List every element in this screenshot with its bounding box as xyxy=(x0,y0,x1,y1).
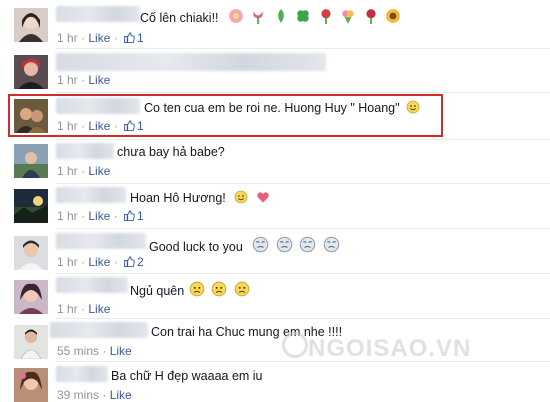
timestamp[interactable]: 1 hr xyxy=(57,209,78,223)
comment-meta: 1 hr · Like · 1 xyxy=(57,119,144,133)
tulip-emoji-icon xyxy=(253,11,264,24)
commenter-name[interactable] xyxy=(56,98,140,114)
comment-divider xyxy=(56,273,550,274)
comment-text: chưa bay hả babe? xyxy=(117,145,225,159)
smile-emoji-icon xyxy=(406,100,420,114)
comment-divider xyxy=(56,228,550,229)
commenter-name[interactable] xyxy=(56,366,108,382)
avatar[interactable] xyxy=(14,55,48,89)
timestamp[interactable]: 39 mins xyxy=(57,388,99,402)
like-button[interactable]: Like xyxy=(110,344,132,358)
comment-text: Ngủ quên xyxy=(130,281,250,298)
avatar[interactable] xyxy=(14,144,48,178)
flower-emoji-icon xyxy=(229,9,243,23)
rose-emoji-icon xyxy=(321,9,331,24)
comment-meta: 1 hr · Like xyxy=(57,302,111,316)
comment-divider xyxy=(56,318,550,319)
comment-divider xyxy=(56,48,550,49)
like-button[interactable]: Like xyxy=(88,209,110,223)
comment-meta: 1 hr · Like · 1 xyxy=(57,31,144,45)
commenter-name[interactable] xyxy=(56,187,126,203)
comment-meta: 1 hr · Like xyxy=(57,164,111,178)
like-count[interactable]: 1 xyxy=(137,209,144,223)
avatar[interactable] xyxy=(14,280,48,314)
like-button[interactable]: Like xyxy=(88,73,110,87)
timestamp[interactable]: 1 hr xyxy=(57,164,78,178)
comment-text: Co ten cua em be roi ne. Huong Huy " Hoa… xyxy=(144,100,420,115)
comment-text: Ba chữ H đẹp waaaa em iu xyxy=(111,369,263,383)
comment-divider xyxy=(56,183,550,184)
watermark-logo xyxy=(282,332,308,358)
comment-divider xyxy=(56,92,550,93)
like-button[interactable]: Like xyxy=(110,388,132,402)
like-count[interactable]: 1 xyxy=(137,119,144,133)
avatar[interactable] xyxy=(14,368,48,402)
like-count[interactable]: 2 xyxy=(137,255,144,269)
timestamp[interactable]: 1 hr xyxy=(57,119,78,133)
comment-meta: 55 mins · Like xyxy=(57,344,132,358)
like-button[interactable]: Like xyxy=(88,31,110,45)
comment-text: Hoan Hô Hương! xyxy=(130,190,270,205)
avatar[interactable] xyxy=(14,325,48,359)
timestamp[interactable]: 1 hr xyxy=(57,255,78,269)
like-count[interactable]: 1 xyxy=(137,31,144,45)
sad-emoji-icon xyxy=(234,281,249,297)
comment-meta: 1 hr · Like · 2 xyxy=(57,255,144,269)
comment-meta: 1 hr · Like xyxy=(57,73,111,87)
commenter-name[interactable] xyxy=(50,322,148,338)
bouquet-emoji-icon xyxy=(342,10,355,24)
avatar[interactable] xyxy=(14,189,48,223)
commenter-name[interactable] xyxy=(56,277,128,293)
comment-text: Good luck to you xyxy=(149,236,340,254)
like-button[interactable]: Like xyxy=(88,302,110,316)
like-button[interactable]: Like xyxy=(88,119,110,133)
avatar[interactable] xyxy=(14,236,48,270)
commenter-name[interactable] xyxy=(56,143,114,159)
sad-emoji-icon xyxy=(211,281,227,297)
avatar[interactable] xyxy=(14,99,48,133)
thumbs-up-icon[interactable] xyxy=(124,120,135,131)
comment-meta: 39 mins · Like xyxy=(57,388,132,402)
comment-meta: 1 hr · Like · 1 xyxy=(57,209,144,223)
commenter-name[interactable] xyxy=(56,53,326,71)
watermark: NGOISAO.VN xyxy=(308,335,472,362)
heart-emoji-icon xyxy=(257,192,269,203)
commenter-name[interactable] xyxy=(56,6,140,22)
comment-divider xyxy=(56,139,550,140)
comment-divider xyxy=(56,361,550,362)
timestamp[interactable]: 1 hr xyxy=(57,73,78,87)
like-button[interactable]: Like xyxy=(88,255,110,269)
thumbs-up-icon[interactable] xyxy=(124,32,135,43)
timestamp[interactable]: 55 mins xyxy=(57,344,99,358)
cry-emoji-icon xyxy=(253,236,269,253)
thumbs-up-icon[interactable] xyxy=(124,256,135,267)
like-button[interactable]: Like xyxy=(88,164,110,178)
avatar[interactable] xyxy=(14,8,48,42)
herb-emoji-icon xyxy=(278,9,284,23)
clover-emoji-icon xyxy=(297,10,310,22)
sunflower-emoji-icon xyxy=(386,9,401,23)
cry-emoji-icon xyxy=(299,236,316,253)
commenter-name[interactable] xyxy=(56,233,146,249)
timestamp[interactable]: 1 hr xyxy=(57,31,78,45)
thumbs-up-icon[interactable] xyxy=(124,210,135,221)
timestamp[interactable]: 1 hr xyxy=(57,302,78,316)
comment-text: Cố lên chiaki!! xyxy=(140,8,401,25)
cry-emoji-icon xyxy=(276,236,293,253)
wink-emoji-icon xyxy=(234,190,248,204)
sad-emoji-icon xyxy=(189,281,205,297)
rose-emoji-icon xyxy=(366,9,376,24)
cry-emoji-icon xyxy=(323,236,340,253)
